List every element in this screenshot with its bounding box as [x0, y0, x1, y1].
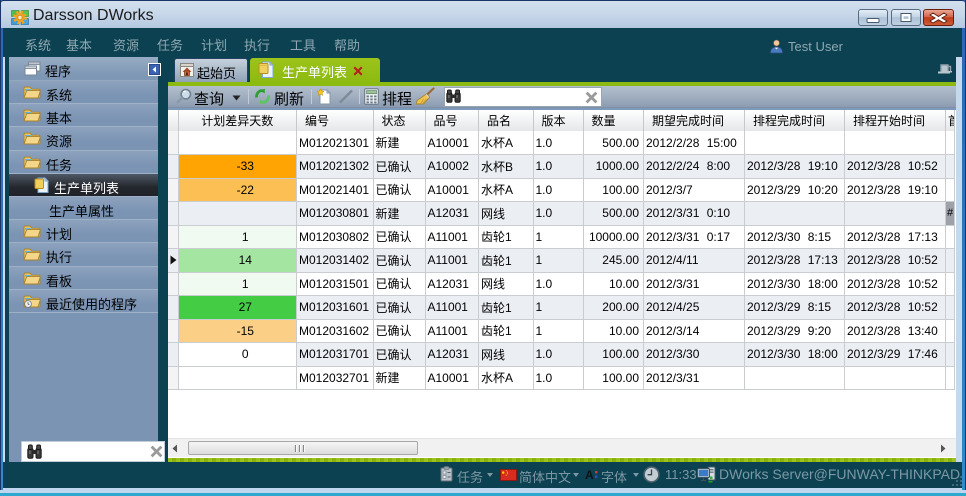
- svg-text:A: A: [585, 468, 594, 481]
